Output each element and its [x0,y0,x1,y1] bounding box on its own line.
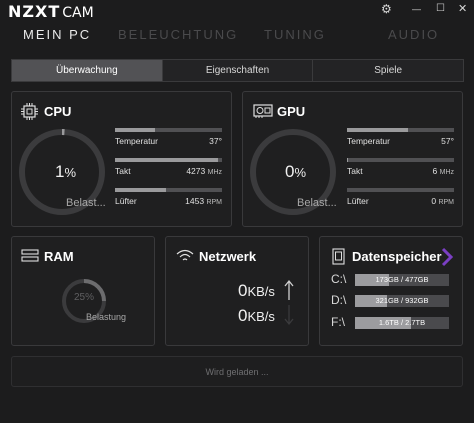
drive-f-usage: 1.6TB / 2.7TB [378,318,426,327]
tab-spiele[interactable]: Spiele [313,60,464,81]
gpu-clock-bar [347,158,454,162]
cpu-panel[interactable]: CPU 1% Belast... Temperatur 37° Takt 427… [11,91,232,227]
maximize-icon[interactable]: ☐ [436,3,445,15]
gpu-load-value: 0% [285,162,307,181]
cpu-clock-bar [115,158,222,162]
drive-f-letter: F:\ [331,315,345,329]
main-nav: MEIN PC BELEUCHTUNG TUNING AUDIO [0,25,474,45]
nav-audio[interactable]: AUDIO [388,27,439,42]
gpu-fan-bar [347,188,454,192]
tab-eigenschaften[interactable]: Eigenschaften [162,60,314,81]
network-title: Netzwerk [199,249,257,264]
cpu-temp-label: Temperatur [115,136,158,146]
drive-row-c: C:\ 173GB / 477GB [331,272,455,287]
network-panel[interactable]: Netzwerk 0KB/s 0KB/s [165,236,309,346]
logo-nzxt: NZXT [8,2,61,21]
gpu-fan-label: Lüfter [347,196,369,206]
cpu-fan-bar [115,188,222,192]
ram-panel[interactable]: RAM 25% Belastung [11,236,155,346]
close-icon[interactable]: ✕ [458,3,467,15]
download-arrow-icon [284,305,294,326]
cpu-clock-label: Takt [115,166,131,176]
gpu-panel[interactable]: GPU 0% Belast... Temperatur 57° Takt 6 M… [242,91,463,227]
cpu-fan-bar-fill [115,188,167,192]
sub-tabs: Überwachung Eigenschaften Spiele [11,59,464,82]
cpu-stat-clock: Takt 4273 MHz [115,158,222,180]
drive-row-f: F:\ 1.6TB / 2.7TB [331,315,455,330]
gpu-load-label: Belast... [297,197,337,209]
cpu-stat-fan: Lüfter 1453 RPM [115,188,222,210]
cpu-stat-temperature: Temperatur 37° [115,128,222,150]
cpu-clock-bar-fill [115,158,218,162]
minimize-icon[interactable]: — [412,3,421,15]
gpu-temp-bar-fill [347,128,408,132]
gpu-title: GPU [277,104,306,119]
gpu-stat-fan: Lüfter 0 RPM [347,188,454,210]
nav-tuning[interactable]: TUNING [264,27,326,42]
gpu-card-icon [253,104,273,118]
cpu-load-value: 1% [55,162,77,181]
logo-cam: CAM [62,5,94,21]
chevron-right-icon[interactable] [441,247,453,267]
drive-row-d: D:\ 321GB / 932GB [331,293,455,308]
drive-d-letter: D:\ [331,293,347,307]
drive-d-bar: 321GB / 932GB [355,295,449,307]
cpu-clock-value: 4273 MHz [186,166,222,176]
nav-beleuchtung[interactable]: BELEUCHTUNG [118,27,238,42]
wifi-icon [176,249,194,261]
ram-title: RAM [44,249,74,264]
cpu-chip-icon [21,103,38,120]
cpu-fan-label: Lüfter [115,196,137,206]
tab-ueberwachung[interactable]: Überwachung [12,60,163,81]
storage-title: Datenspeicher [352,249,442,264]
drive-c-bar: 173GB / 477GB [355,274,449,286]
gpu-stat-temperature: Temperatur 57° [347,128,454,150]
cpu-fan-value: 1453 RPM [185,196,222,206]
network-upload-value: 0KB/s [238,281,275,300]
network-download-value: 0KB/s [238,306,275,325]
gpu-temp-bar [347,128,454,132]
gpu-fan-value: 0 RPM [431,196,454,206]
app-logo: NZXT CAM [8,2,94,21]
gpu-clock-value: 6 MHz [432,166,455,176]
title-bar: NZXT CAM ⚙ — ☐ ✕ [0,0,474,22]
ram-load-label: Belastung [86,312,127,322]
cpu-temp-bar-fill [115,128,155,132]
loading-text: Wird geladen ... [205,366,269,377]
ram-load-value: 25% [74,292,95,303]
storage-drive-icon [332,248,345,265]
gpu-temp-value: 57° [441,136,454,146]
gpu-clock-bar-fill [347,158,349,162]
ram-module-icon [21,249,39,262]
cpu-temp-value: 37° [209,136,222,146]
loading-panel: Wird geladen ... [11,356,463,387]
cpu-title: CPU [44,104,72,119]
drive-f-bar: 1.6TB / 2.7TB [355,317,449,329]
gpu-stat-clock: Takt 6 MHz [347,158,454,180]
cpu-temp-bar [115,128,222,132]
drive-c-letter: C:\ [331,272,347,286]
gpu-temp-label: Temperatur [347,136,390,146]
upload-arrow-icon [284,279,294,300]
nav-mein-pc[interactable]: MEIN PC [23,27,91,42]
drive-c-usage: 173GB / 477GB [375,275,429,284]
cpu-load-label: Belast... [66,197,106,209]
gpu-clock-label: Takt [347,166,363,176]
drive-d-usage: 321GB / 932GB [375,296,429,305]
settings-icon[interactable]: ⚙ [381,3,392,15]
